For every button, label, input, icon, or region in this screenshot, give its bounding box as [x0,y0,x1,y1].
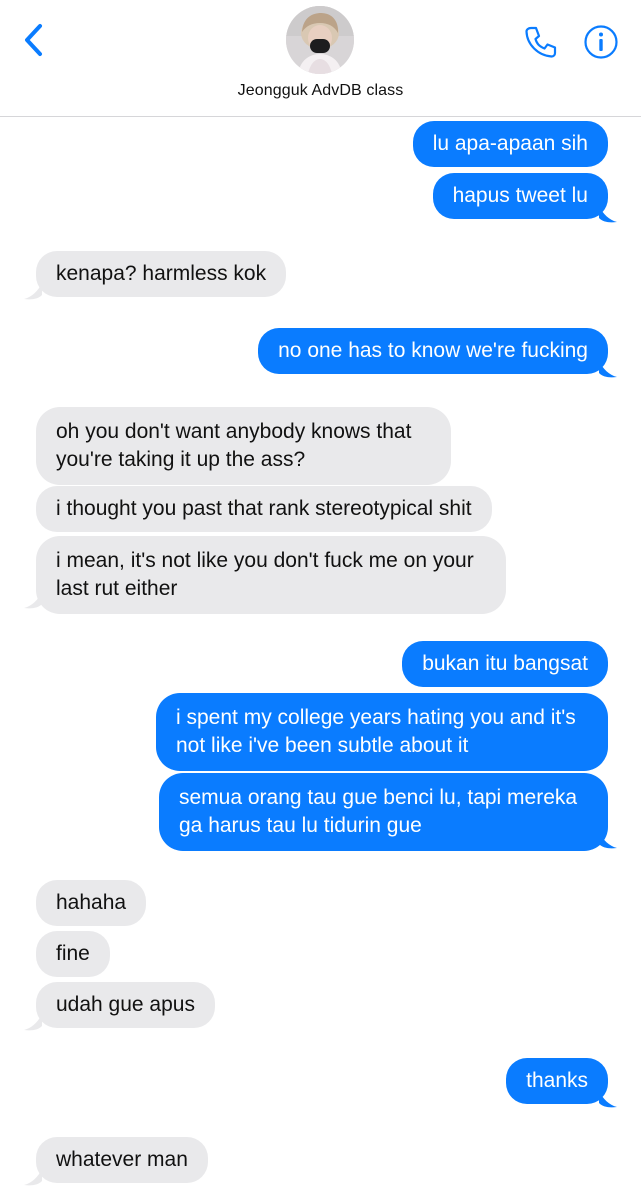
message-text-line: oh you don't want anybody knows that [56,420,412,443]
message-bubble-received[interactable]: oh you don't want anybody knows that you… [36,407,451,485]
message-text: bukan itu bangsat [422,652,588,675]
bubble-tail [24,1014,42,1031]
message-bubble-received[interactable]: whatever man [36,1137,208,1183]
bubble-tail [599,1091,617,1108]
message-text: udah gue apus [56,993,195,1016]
avatar[interactable] [286,6,354,74]
message-bubble-sent[interactable]: i spent my college years hating you and … [156,693,608,771]
message-text: no one has to know we're fucking [278,339,588,362]
bubble-tail [599,206,617,223]
message-text: thanks [526,1069,588,1092]
message-text: kenapa? harmless kok [56,262,267,285]
bubble-tail [599,361,617,378]
phone-icon [525,26,557,58]
message-bubble-received[interactable]: hahaha [36,880,147,926]
call-button[interactable] [520,22,560,62]
message-bubble-sent[interactable]: lu apa-apaan sih [412,121,608,167]
message-text: i thought you past that rank stereotypic… [56,497,472,520]
contact-photo [286,6,354,74]
message-text: hahaha [56,891,127,914]
message-bubble-sent[interactable]: bukan itu bangsat [402,641,608,687]
message-bubble-received[interactable]: udah gue apus [36,982,215,1028]
message-text-line: you're taking it up the ass? [56,448,306,471]
message-text-line: last rut either [56,577,178,600]
message-text-line: i spent my college years hating you and … [176,706,576,729]
message-text-line: ga harus tau lu tidurin gue [179,814,422,837]
conversation-header: Jeongguk AdvDB class [0,0,641,117]
message-text: whatever man [56,1148,188,1171]
message-bubble-sent[interactable]: no one has to know we're fucking [258,328,608,374]
bubble-tail [24,283,42,300]
message-bubble-received[interactable]: i thought you past that rank stereotypic… [36,486,492,532]
message-bubble-received[interactable]: kenapa? harmless kok [36,251,287,297]
message-text-line: not like i've been subtle about it [176,734,469,757]
message-text: lu apa-apaan sih [432,132,588,155]
bubble-tail [24,592,42,609]
message-bubble-sent[interactable]: semua orang tau gue benci lu, tapi merek… [159,773,608,851]
message-bubble-sent[interactable]: hapus tweet lu [432,173,608,219]
contact-name[interactable]: Jeongguk AdvDB class [0,82,641,100]
message-bubble-sent[interactable]: thanks [506,1058,608,1104]
message-text-line: i mean, it's not like you don't fuck me … [56,549,474,572]
message-text: fine [56,942,90,965]
chevron-left-icon [25,24,42,56]
message-text-line: semua orang tau gue benci lu, tapi merek… [179,786,578,809]
info-icon [584,25,618,59]
message-text: hapus tweet lu [452,184,588,207]
back-button[interactable] [18,20,52,60]
bubble-tail [24,1169,42,1186]
bubble-tail [599,832,617,849]
info-button[interactable] [583,24,619,60]
message-bubble-received[interactable]: fine [36,931,110,977]
message-bubble-received[interactable]: i mean, it's not like you don't fuck me … [36,536,506,614]
